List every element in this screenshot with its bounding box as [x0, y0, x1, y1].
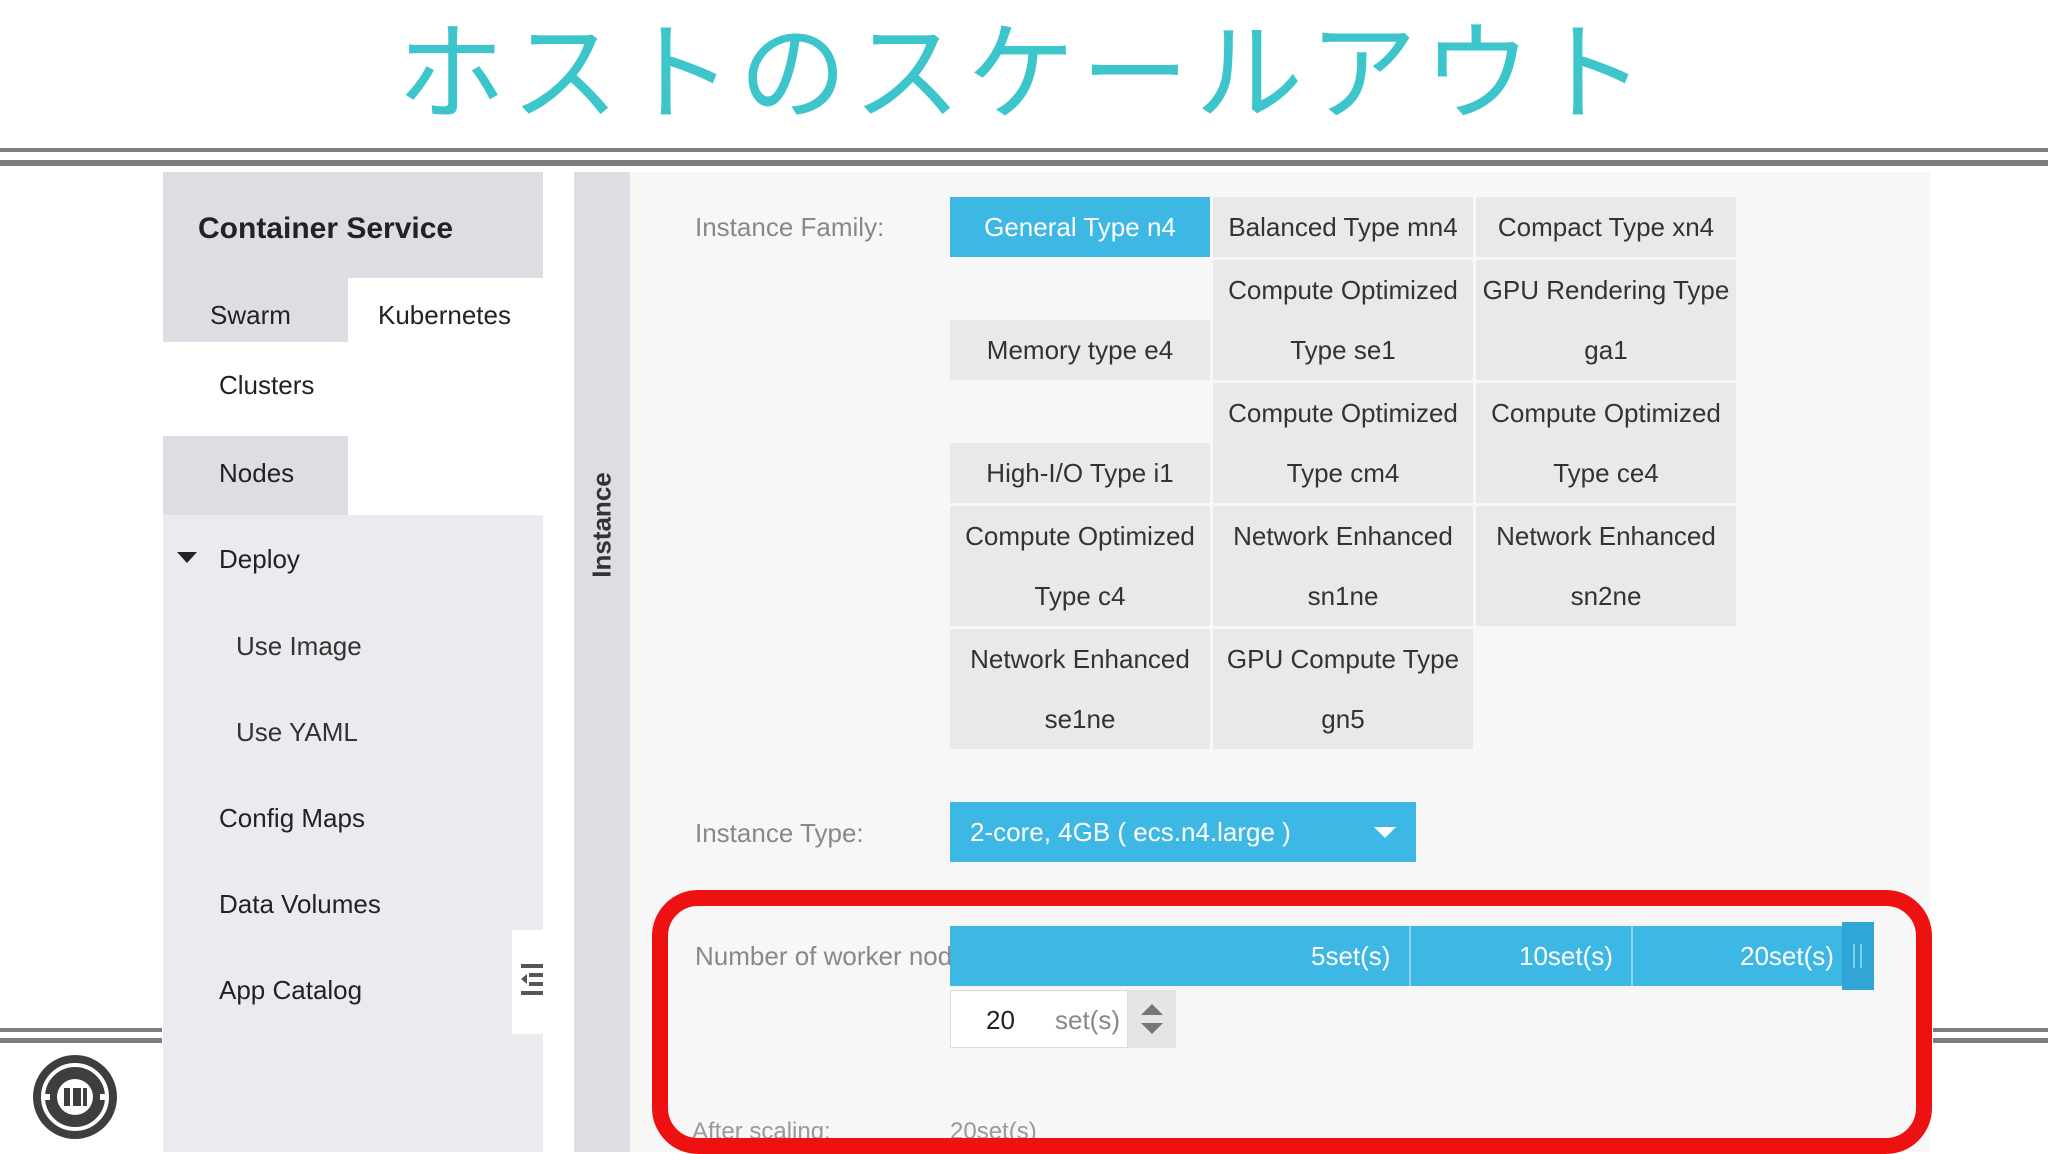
- family-option-balanced-mn4[interactable]: Balanced Type mn4: [1213, 197, 1473, 257]
- sidebar: Container Service Swarm Kubernetes Clust…: [163, 172, 543, 1152]
- family-option-label: GPU Rendering Type: [1482, 275, 1730, 305]
- caret-down-icon[interactable]: [177, 552, 197, 563]
- family-option-gpu-compute-gn5[interactable]: GPU Compute Type gn5: [1213, 629, 1473, 749]
- sidebar-item-label: Clusters: [219, 370, 315, 400]
- family-option-label: Balanced Type mn4: [1228, 212, 1458, 242]
- sidebar-title: Container Service: [198, 212, 454, 245]
- tab-kubernetes-label: Kubernetes: [378, 300, 511, 330]
- instance-type-value: 2-core, 4GB ( ecs.n4.large ): [970, 817, 1291, 847]
- section-strip: [574, 172, 630, 1152]
- family-option-network-sn2ne[interactable]: Network Enhanced sn2ne: [1476, 506, 1736, 626]
- family-option-label: Memory type e4: [986, 335, 1174, 365]
- footer-rule-right-thick: [1933, 1038, 2048, 1043]
- sidebar-header: Container Service: [163, 172, 543, 278]
- family-option-sublabel: gn5: [1321, 704, 1365, 734]
- instance-type-select[interactable]: 2-core, 4GB ( ecs.n4.large ): [950, 802, 1416, 862]
- slide-title: ホストのスケールアウト: [396, 12, 1651, 137]
- family-option-label: Network Enhanced: [1496, 521, 1716, 551]
- family-option-label: General Type n4: [984, 212, 1176, 242]
- collapse-sidebar-icon[interactable]: [519, 962, 545, 996]
- highlight-frame: [652, 890, 1932, 1154]
- family-option-compute-c4[interactable]: Compute Optimized Type c4: [950, 506, 1210, 626]
- sidebar-item-clusters[interactable]: Clusters: [163, 342, 543, 436]
- family-option-gpu-rendering-ga1[interactable]: GPU Rendering Type ga1: [1476, 260, 1736, 380]
- family-option-compute-ce4[interactable]: Compute Optimized Type ce4: [1476, 383, 1736, 503]
- family-option-label: Network Enhanced: [970, 644, 1190, 674]
- family-option-sublabel: Type c4: [1034, 581, 1126, 611]
- company-logo-icon: [33, 1055, 117, 1139]
- sidebar-item-nodes[interactable]: Nodes: [219, 458, 294, 489]
- family-option-sublabel: se1ne: [1044, 704, 1116, 734]
- sidebar-item-deploy[interactable]: Deploy: [219, 544, 300, 575]
- section-label-text: Instance: [586, 472, 617, 578]
- family-option-sublabel: Type cm4: [1286, 458, 1400, 488]
- sidebar-item-data-volumes[interactable]: Data Volumes: [219, 889, 381, 920]
- header-rule-thick: [0, 160, 2048, 166]
- family-option-label: GPU Compute Type: [1226, 644, 1460, 674]
- family-option-memory-e4[interactable]: Memory type e4: [950, 320, 1210, 380]
- family-option-sublabel: Type se1: [1290, 335, 1396, 365]
- footer-rule-right: [1933, 1028, 2048, 1032]
- family-option-sublabel: sn2ne: [1570, 581, 1642, 611]
- tab-swarm-label: Swarm: [210, 300, 291, 330]
- family-option-sublabel: ga1: [1584, 335, 1628, 365]
- footer-rule-left: [0, 1028, 162, 1032]
- family-option-compact-xn4[interactable]: Compact Type xn4: [1476, 197, 1736, 257]
- instance-type-label: Instance Type:: [695, 818, 864, 848]
- family-option-label: Compute Optimized: [1491, 398, 1721, 428]
- family-option-compute-cm4[interactable]: Compute Optimized Type cm4: [1213, 383, 1473, 503]
- sidebar-item-config-maps[interactable]: Config Maps: [219, 803, 365, 834]
- family-option-label: Compute Optimized: [1228, 275, 1458, 305]
- sidebar-item-use-image[interactable]: Use Image: [236, 631, 362, 662]
- footer-rule-left-thick: [0, 1038, 162, 1043]
- family-option-label: Compact Type xn4: [1497, 212, 1715, 242]
- family-option-general-n4[interactable]: General Type n4: [950, 197, 1210, 257]
- family-option-sublabel: sn1ne: [1307, 581, 1379, 611]
- family-option-high-io-i1[interactable]: High-I/O Type i1: [950, 443, 1210, 503]
- family-option-label: High-I/O Type i1: [986, 458, 1174, 488]
- family-option-compute-se1[interactable]: Compute Optimized Type se1: [1213, 260, 1473, 380]
- family-option-sublabel: Type ce4: [1553, 458, 1659, 488]
- sidebar-item-app-catalog[interactable]: App Catalog: [219, 975, 362, 1006]
- family-option-label: Compute Optimized: [965, 521, 1195, 551]
- sidebar-item-use-yaml[interactable]: Use YAML: [236, 717, 358, 748]
- section-label: Instance: [574, 470, 630, 580]
- family-option-network-sn1ne[interactable]: Network Enhanced sn1ne: [1213, 506, 1473, 626]
- caret-down-icon: [1374, 827, 1396, 838]
- header-rule: [0, 148, 2048, 152]
- family-option-network-se1ne[interactable]: Network Enhanced se1ne: [950, 629, 1210, 749]
- family-option-label: Network Enhanced: [1233, 521, 1453, 551]
- instance-family-label: Instance Family:: [695, 212, 885, 242]
- family-option-label: Compute Optimized: [1228, 398, 1458, 428]
